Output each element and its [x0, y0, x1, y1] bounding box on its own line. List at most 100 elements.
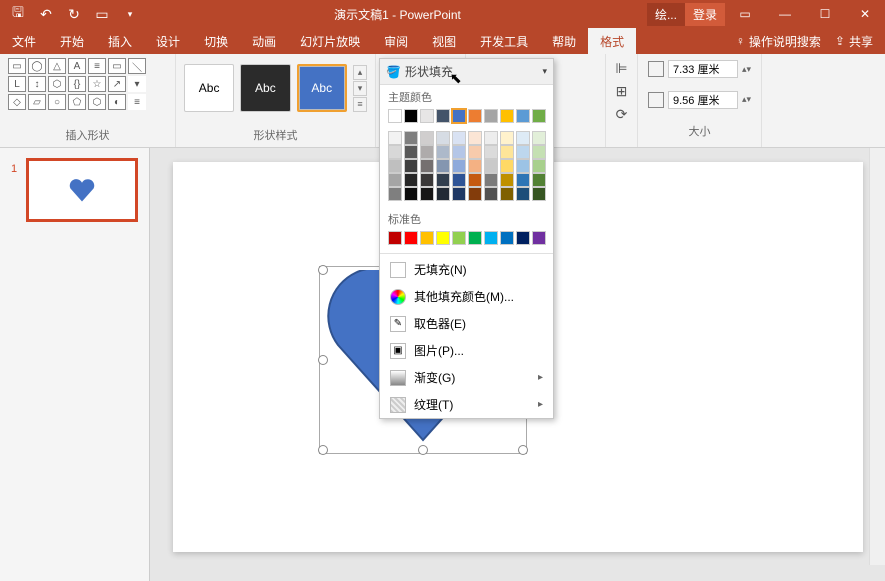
color-swatch[interactable]: [484, 173, 498, 187]
color-swatch[interactable]: [468, 159, 482, 173]
color-swatch[interactable]: [516, 187, 530, 201]
qat-more-icon[interactable]: ▾: [120, 4, 140, 24]
resize-handle-se[interactable]: [518, 445, 528, 455]
tab-slideshow[interactable]: 幻灯片放映: [288, 28, 372, 55]
gallery-up-icon[interactable]: ▴: [353, 65, 367, 80]
color-swatch[interactable]: [404, 231, 418, 245]
color-swatch[interactable]: [452, 231, 466, 245]
color-swatch[interactable]: [388, 131, 402, 145]
color-swatch[interactable]: [468, 173, 482, 187]
tab-transitions[interactable]: 切换: [192, 28, 240, 55]
color-swatch[interactable]: [388, 159, 402, 173]
color-swatch[interactable]: [516, 131, 530, 145]
color-swatch[interactable]: [388, 173, 402, 187]
color-swatch[interactable]: [452, 145, 466, 159]
resize-handle-w[interactable]: [318, 355, 328, 365]
color-swatch[interactable]: [404, 145, 418, 159]
color-swatch[interactable]: [436, 131, 450, 145]
group-icon[interactable]: ⊞: [616, 83, 628, 100]
color-swatch[interactable]: [420, 145, 434, 159]
rotate-icon[interactable]: ⟳: [616, 106, 628, 123]
color-swatch[interactable]: [436, 173, 450, 187]
color-swatch[interactable]: [388, 187, 402, 201]
width-input[interactable]: [668, 91, 738, 109]
thumbnail-pane[interactable]: 1: [0, 148, 150, 581]
color-swatch[interactable]: [468, 131, 482, 145]
color-swatch[interactable]: [404, 159, 418, 173]
more-colors-item[interactable]: 其他填充颜色(M)...: [380, 283, 553, 310]
color-swatch[interactable]: [420, 231, 434, 245]
resize-handle-sw[interactable]: [318, 445, 328, 455]
slide-thumbnail-1[interactable]: 1: [26, 158, 138, 222]
color-swatch[interactable]: [484, 131, 498, 145]
tab-home[interactable]: 开始: [48, 28, 96, 55]
color-swatch[interactable]: [436, 187, 450, 201]
color-swatch[interactable]: [388, 145, 402, 159]
color-swatch[interactable]: [404, 131, 418, 145]
redo-icon[interactable]: ↻: [64, 4, 84, 24]
share-button[interactable]: ⇪共享: [835, 33, 873, 50]
color-swatch[interactable]: [532, 145, 546, 159]
ribbon-options-icon[interactable]: ▭: [725, 0, 765, 28]
color-swatch[interactable]: [388, 109, 402, 123]
color-swatch[interactable]: [500, 145, 514, 159]
color-swatch[interactable]: [484, 109, 498, 123]
shapes-gallery[interactable]: ▭◯△A≡▭＼ L↕⬡{}☆↗▾ ◇▱○⬠⬡◐≡: [8, 58, 167, 110]
color-swatch[interactable]: [452, 187, 466, 201]
picture-fill-item[interactable]: ▣图片(P)...: [380, 337, 553, 364]
color-swatch[interactable]: [516, 231, 530, 245]
resize-handle-nw[interactable]: [318, 265, 328, 275]
color-swatch[interactable]: [436, 231, 450, 245]
vertical-scrollbar[interactable]: [869, 148, 885, 565]
contextual-tab-draw[interactable]: 绘...: [647, 3, 685, 26]
gallery-down-icon[interactable]: ▾: [353, 81, 367, 96]
color-swatch[interactable]: [532, 131, 546, 145]
login-button[interactable]: 登录: [685, 3, 725, 26]
color-swatch[interactable]: [468, 109, 482, 123]
align-icon[interactable]: ⊫: [615, 60, 627, 77]
resize-handle-s[interactable]: [418, 445, 428, 455]
color-swatch[interactable]: [532, 173, 546, 187]
tab-format[interactable]: 格式: [588, 28, 636, 55]
color-swatch[interactable]: [420, 173, 434, 187]
color-swatch[interactable]: [452, 109, 466, 123]
maximize-icon[interactable]: ☐: [805, 0, 845, 28]
tab-help[interactable]: 帮助: [540, 28, 588, 55]
color-swatch[interactable]: [516, 145, 530, 159]
style-preset-2[interactable]: Abc: [240, 64, 290, 112]
tab-file[interactable]: 文件: [0, 28, 48, 55]
color-swatch[interactable]: [420, 109, 434, 123]
color-swatch[interactable]: [516, 159, 530, 173]
close-icon[interactable]: ✕: [845, 0, 885, 28]
start-slideshow-icon[interactable]: ▭: [92, 4, 112, 24]
color-swatch[interactable]: [404, 187, 418, 201]
color-swatch[interactable]: [500, 231, 514, 245]
color-swatch[interactable]: [532, 109, 546, 123]
color-swatch[interactable]: [500, 187, 514, 201]
color-swatch[interactable]: [500, 173, 514, 187]
color-swatch[interactable]: [436, 145, 450, 159]
color-swatch[interactable]: [420, 187, 434, 201]
gallery-more-icon[interactable]: ≡: [353, 97, 367, 112]
tab-design[interactable]: 设计: [144, 28, 192, 55]
color-swatch[interactable]: [404, 109, 418, 123]
color-swatch[interactable]: [388, 231, 402, 245]
color-swatch[interactable]: [516, 173, 530, 187]
gradient-fill-item[interactable]: 渐变(G)▸: [380, 364, 553, 391]
color-swatch[interactable]: [484, 159, 498, 173]
color-swatch[interactable]: [500, 109, 514, 123]
tab-review[interactable]: 审阅: [372, 28, 420, 55]
color-swatch[interactable]: [532, 187, 546, 201]
color-swatch[interactable]: [452, 159, 466, 173]
tab-developer[interactable]: 开发工具: [468, 28, 540, 55]
no-fill-item[interactable]: 无填充(N): [380, 256, 553, 283]
tab-insert[interactable]: 插入: [96, 28, 144, 55]
tell-me-search[interactable]: ♀操作说明搜索: [736, 33, 821, 50]
style-gallery[interactable]: Abc Abc Abc ▴ ▾ ≡: [184, 58, 367, 118]
color-swatch[interactable]: [452, 173, 466, 187]
color-swatch[interactable]: [436, 159, 450, 173]
color-swatch[interactable]: [484, 187, 498, 201]
color-swatch[interactable]: [436, 109, 450, 123]
color-swatch[interactable]: [516, 109, 530, 123]
tab-view[interactable]: 视图: [420, 28, 468, 55]
